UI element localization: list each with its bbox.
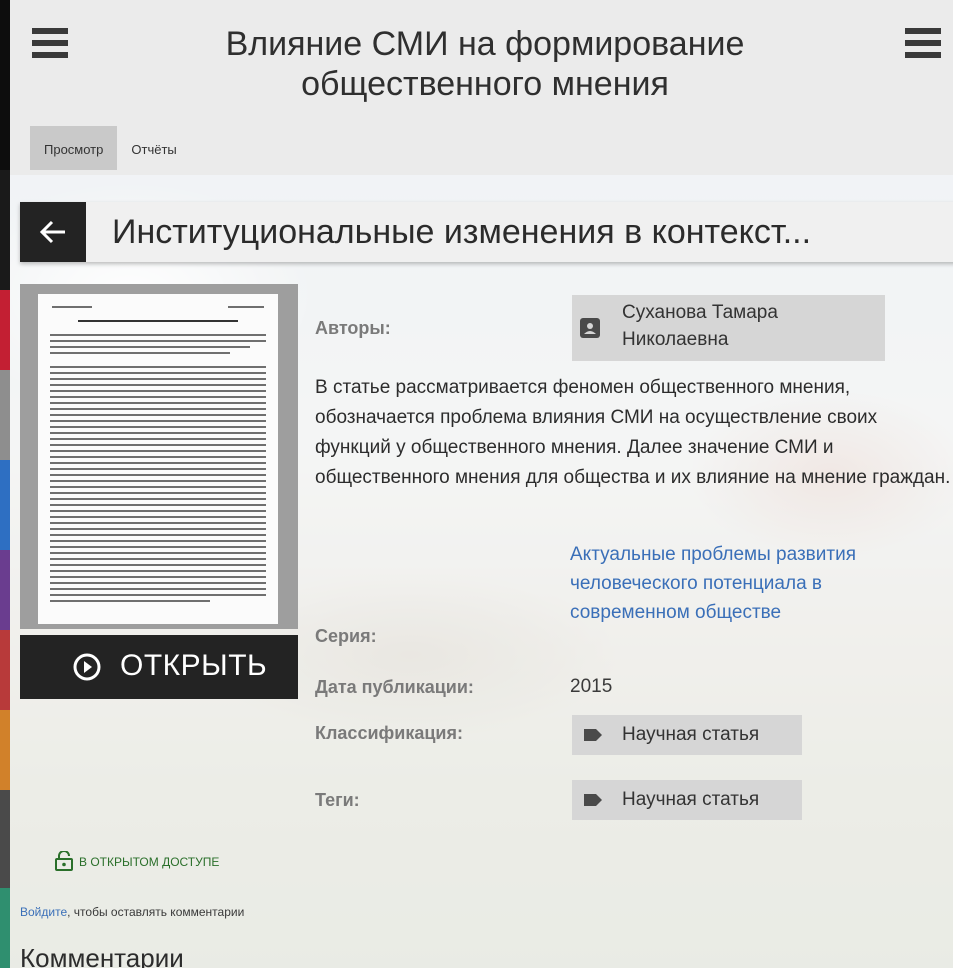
app-title: Влияние СМИ на формирование общественног… <box>225 25 745 103</box>
tab-bar: Просмотр Отчёты <box>30 126 191 170</box>
record-title-bar: Институциональные изменения в контекст..… <box>20 202 953 262</box>
classification-label: Классификация: <box>315 723 463 743</box>
tags-label: Теги: <box>315 790 360 810</box>
authors-label: Авторы: <box>315 318 391 338</box>
open-button-label: ОТКРЫТЬ <box>120 649 268 682</box>
label-tag-icon <box>584 729 602 741</box>
login-hint-text: , чтобы оставлять комментарии <box>67 905 245 919</box>
open-access-label: В ОТКРЫТОМ ДОСТУПЕ <box>79 855 220 869</box>
tab-reports[interactable]: Отчёты <box>117 126 190 170</box>
back-button[interactable] <box>20 202 86 262</box>
classification-chip[interactable]: Научная статья <box>572 715 802 755</box>
unlock-icon <box>55 851 73 871</box>
play-circle-icon <box>73 653 101 681</box>
tab-view[interactable]: Просмотр <box>30 126 118 170</box>
series-link[interactable]: Актуальные проблемы развития человеческо… <box>570 540 890 627</box>
series-label: Серия: <box>315 626 377 646</box>
document-page-preview <box>38 294 278 624</box>
label-tag-icon <box>584 794 602 806</box>
login-hint: Войдите, чтобы оставлять комментарии <box>20 905 244 919</box>
abstract-text: В статье рассматривается феномен обществ… <box>315 377 951 488</box>
hamburger-menu-icon-right[interactable] <box>905 28 941 58</box>
hamburger-menu-icon[interactable] <box>32 28 68 58</box>
author-name: Суханова Тамара Николаевна <box>622 302 778 350</box>
person-icon <box>580 318 600 338</box>
classification-value: Научная статья <box>622 724 760 745</box>
arrow-left-icon <box>39 220 65 244</box>
document-thumbnail[interactable] <box>20 284 298 629</box>
login-link[interactable]: Войдите <box>20 905 67 919</box>
comments-heading: Комментарии <box>20 943 184 968</box>
left-edge-strip <box>0 0 10 968</box>
tag-chip[interactable]: Научная статья <box>572 780 802 820</box>
app-header: Влияние СМИ на формирование общественног… <box>10 0 953 175</box>
tag-value: Научная статья <box>622 789 760 810</box>
content-area: Институциональные изменения в контекст..… <box>10 175 953 968</box>
author-chip[interactable]: Суханова Тамара Николаевна <box>572 295 885 361</box>
record-title: Институциональные изменения в контекст..… <box>112 213 812 251</box>
publication-date-label: Дата публикации: <box>315 677 474 697</box>
publication-date-value: 2015 <box>570 676 613 697</box>
open-button[interactable]: ОТКРЫТЬ <box>20 635 298 699</box>
